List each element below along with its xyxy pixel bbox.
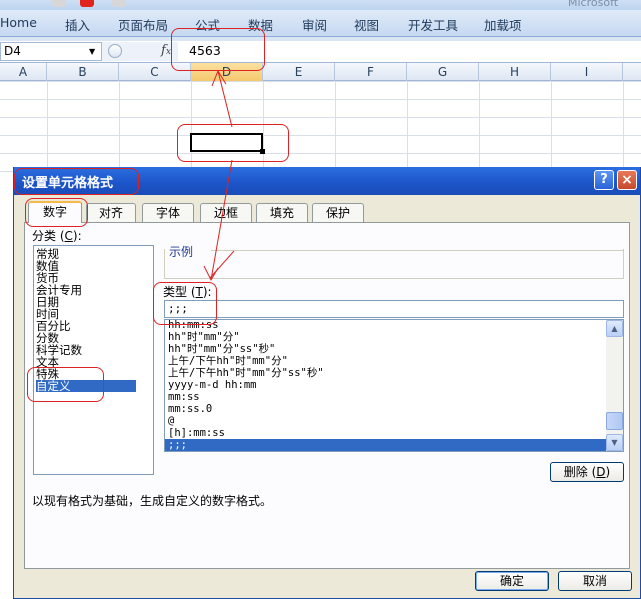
type-label: 类型 (T): [163, 285, 212, 299]
format-item[interactable]: 上午/下午hh"时"mm"分" [168, 355, 288, 367]
scroll-up-icon[interactable]: ▲ [606, 320, 623, 337]
tab-font[interactable]: 字体 [142, 203, 194, 222]
tab-border[interactable]: 边框 [200, 203, 252, 222]
sample-label: 示例 [169, 245, 194, 259]
close-button[interactable]: × [617, 170, 637, 190]
window-titlebar: Microsoft [0, 0, 641, 10]
fill-handle[interactable] [260, 149, 265, 154]
ribbon-tab-page-layout[interactable]: 页面布局 [118, 15, 168, 34]
format-item[interactable]: hh"时"mm"分"ss"秒" [168, 343, 275, 355]
formula-bar: D4 ▼ fx 4563 [0, 41, 641, 63]
qat-button-3[interactable] [112, 0, 126, 7]
scroll-thumb[interactable] [606, 412, 623, 430]
custom-format-description: 以现有格式为基础，生成自定义的数字格式。 [32, 494, 273, 508]
ribbon-tab-insert[interactable]: 插入 [65, 15, 90, 34]
column-header-d[interactable]: D [191, 63, 263, 81]
format-item[interactable]: hh"时"mm"分" [168, 331, 240, 343]
format-item[interactable]: 上午/下午hh"时"mm"分"ss"秒" [168, 367, 324, 379]
format-item[interactable]: hh:mm:ss [168, 320, 219, 331]
ribbon-tab-developer[interactable]: 开发工具 [408, 15, 458, 34]
ribbon-tab-bar: Home 插入 页面布局 公式 数据 审阅 视图 开发工具 加载项 [0, 10, 641, 37]
column-header-b[interactable]: B [47, 63, 119, 81]
ribbon-tab-view[interactable]: 视图 [354, 15, 379, 34]
active-cell-d4[interactable] [190, 133, 263, 152]
tab-alignment[interactable]: 对齐 [86, 203, 136, 222]
cancel-button[interactable]: 取消 [558, 571, 632, 591]
type-input[interactable]: ;;; [164, 300, 624, 318]
ribbon-tab-data[interactable]: 数据 [248, 15, 273, 34]
column-header-f[interactable]: F [335, 63, 407, 81]
dialog-titlebar[interactable]: 设置单元格格式 ? × [14, 167, 640, 195]
format-cells-dialog: 设置单元格格式 ? × 数字 对齐 字体 边框 填充 保护 分类 (C): 常规… [13, 167, 641, 599]
chevron-down-icon[interactable]: ▼ [89, 47, 95, 56]
column-header-a[interactable]: A [0, 63, 47, 81]
column-header-i[interactable]: I [551, 63, 623, 81]
name-box-value: D4 [4, 44, 21, 58]
ribbon-tab-addins[interactable]: 加载项 [484, 15, 522, 34]
ok-button[interactable]: 确定 [475, 571, 549, 591]
format-item-selected[interactable]: ;;; [165, 439, 606, 451]
column-header-h[interactable]: H [479, 63, 551, 81]
fx-icon[interactable]: fx [161, 43, 171, 58]
category-label: 分类 (C): [32, 229, 82, 243]
scroll-down-icon[interactable]: ▼ [606, 434, 623, 451]
help-button[interactable]: ? [594, 170, 614, 190]
format-item[interactable]: mm:ss [168, 391, 200, 403]
category-item-custom[interactable]: 自定义 [36, 380, 136, 392]
format-item[interactable]: @ [168, 415, 174, 427]
column-header-g[interactable]: G [407, 63, 479, 81]
format-list-scrollbar[interactable]: ▲ ▼ [606, 320, 623, 451]
dialog-title: 设置单元格格式 [22, 176, 114, 191]
ribbon-tab-review[interactable]: 审阅 [302, 15, 327, 34]
column-header-c[interactable]: C [119, 63, 191, 81]
column-header-e[interactable]: E [263, 63, 335, 81]
qat-button-2[interactable] [80, 0, 94, 7]
delete-button[interactable]: 删除 (D) [550, 462, 624, 482]
tab-protection[interactable]: 保护 [312, 203, 364, 222]
category-list[interactable]: 常规 数值 货币 会计专用 日期 时间 百分比 分数 科学记数 文本 特殊 自定… [33, 245, 154, 475]
window-title-text: Microsoft [568, 0, 619, 9]
tab-fill[interactable]: 填充 [256, 203, 308, 222]
sample-group [164, 249, 624, 279]
format-code-list[interactable]: hh:mm:ss hh"时"mm"分" hh"时"mm"分"ss"秒" 上午/下… [164, 319, 624, 452]
ribbon-tab-home[interactable]: Home [0, 15, 37, 30]
worksheet-grid[interactable] [0, 81, 641, 181]
format-item[interactable]: [h]:mm:ss [168, 427, 225, 439]
cancel-entry-icon[interactable] [108, 44, 122, 58]
column-headers: A B C D E F G H I [0, 63, 641, 81]
qat-button-1[interactable] [52, 0, 66, 7]
format-item[interactable]: mm:ss.0 [168, 403, 212, 415]
sample-divider [211, 250, 624, 251]
formula-tools: fx [102, 42, 178, 61]
tab-number[interactable]: 数字 [28, 201, 82, 223]
ribbon-tab-formulas[interactable]: 公式 [195, 15, 220, 34]
name-box[interactable]: D4 ▼ [0, 42, 102, 61]
format-item[interactable]: yyyy-m-d hh:mm [168, 379, 257, 391]
formula-input[interactable]: 4563 [189, 43, 221, 58]
